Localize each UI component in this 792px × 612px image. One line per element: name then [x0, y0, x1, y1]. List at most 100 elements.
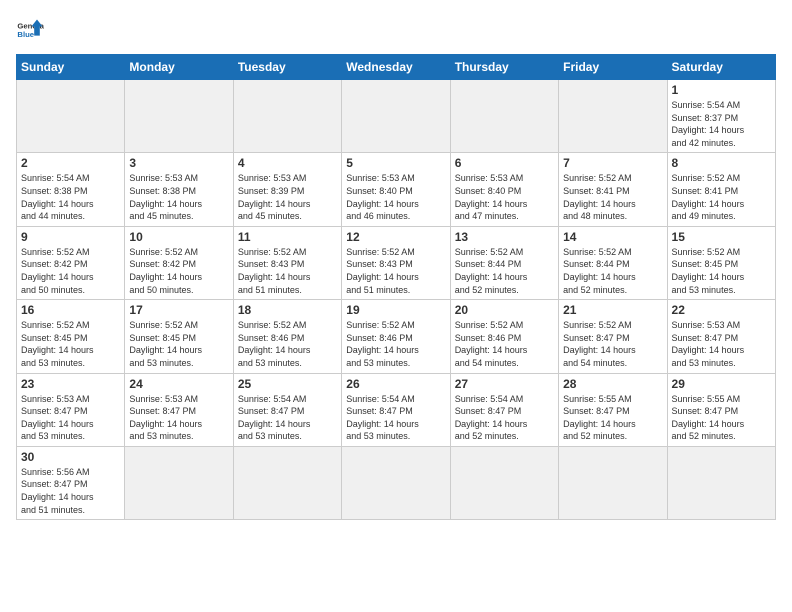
weekday-header-monday: Monday [125, 55, 233, 80]
day-info: Sunrise: 5:54 AM Sunset: 8:47 PM Dayligh… [346, 393, 445, 443]
calendar-day-17: 17 Sunrise: 5:52 AM Sunset: 8:45 PM Dayli… [125, 300, 233, 373]
day-info: Sunrise: 5:55 AM Sunset: 8:47 PM Dayligh… [563, 393, 662, 443]
day-info: Sunrise: 5:52 AM Sunset: 8:47 PM Dayligh… [563, 319, 662, 369]
day-info: Sunrise: 5:54 AM Sunset: 8:47 PM Dayligh… [455, 393, 554, 443]
day-info: Sunrise: 5:52 AM Sunset: 8:41 PM Dayligh… [563, 172, 662, 222]
day-info: Sunrise: 5:52 AM Sunset: 8:43 PM Dayligh… [238, 246, 337, 296]
calendar-day-empty-3 [342, 80, 450, 153]
day-info: Sunrise: 5:52 AM Sunset: 8:46 PM Dayligh… [238, 319, 337, 369]
calendar-day-1: 1Sunrise: 5:54 AM Sunset: 8:37 PM Daylig… [667, 80, 775, 153]
calendar-day-15: 15 Sunrise: 5:52 AM Sunset: 8:45 PM Dayli… [667, 226, 775, 299]
calendar-day-20: 20 Sunrise: 5:52 AM Sunset: 8:46 PM Dayli… [450, 300, 558, 373]
day-number: 7 [563, 156, 662, 170]
calendar-day-16: 16 Sunrise: 5:52 AM Sunset: 8:45 PM Dayli… [17, 300, 125, 373]
day-number: 19 [346, 303, 445, 317]
day-number: 26 [346, 377, 445, 391]
calendar-day-10: 10Sunrise: 5:52 AM Sunset: 8:42 PM Dayli… [125, 226, 233, 299]
day-info: Sunrise: 5:52 AM Sunset: 8:45 PM Dayligh… [129, 319, 228, 369]
day-number: 21 [563, 303, 662, 317]
calendar-day-8: 8 Sunrise: 5:52 AM Sunset: 8:41 PM Daylig… [667, 153, 775, 226]
day-number: 20 [455, 303, 554, 317]
day-number: 23 [21, 377, 120, 391]
calendar-day-22: 22 Sunrise: 5:53 AM Sunset: 8:47 PM Dayli… [667, 300, 775, 373]
day-number: 5 [346, 156, 445, 170]
calendar-day-18: 18 Sunrise: 5:52 AM Sunset: 8:46 PM Dayli… [233, 300, 341, 373]
day-number: 16 [21, 303, 120, 317]
day-info: Sunrise: 5:54 AM Sunset: 8:38 PM Dayligh… [21, 172, 120, 222]
day-number: 25 [238, 377, 337, 391]
day-info: Sunrise: 5:52 AM Sunset: 8:43 PM Dayligh… [346, 246, 445, 296]
calendar-week-row-3: 16 Sunrise: 5:52 AM Sunset: 8:45 PM Dayli… [17, 300, 776, 373]
calendar-week-row-5: 30 Sunrise: 5:56 AM Sunset: 8:47 PM Dayli… [17, 446, 776, 519]
day-info: Sunrise: 5:53 AM Sunset: 8:47 PM Dayligh… [21, 393, 120, 443]
calendar-day-2: 2 Sunrise: 5:54 AM Sunset: 8:38 PM Daylig… [17, 153, 125, 226]
day-info: Sunrise: 5:54 AM Sunset: 8:47 PM Dayligh… [238, 393, 337, 443]
day-number: 17 [129, 303, 228, 317]
day-info: Sunrise: 5:56 AM Sunset: 8:47 PM Dayligh… [21, 466, 120, 516]
calendar-day-23: 23 Sunrise: 5:53 AM Sunset: 8:47 PM Dayli… [17, 373, 125, 446]
calendar-week-row-2: 9 Sunrise: 5:52 AM Sunset: 8:42 PM Daylig… [17, 226, 776, 299]
day-number: 9 [21, 230, 120, 244]
calendar-day-24: 24 Sunrise: 5:53 AM Sunset: 8:47 PM Dayli… [125, 373, 233, 446]
calendar-day-14: 14 Sunrise: 5:52 AM Sunset: 8:44 PM Dayli… [559, 226, 667, 299]
calendar-day-empty-4 [450, 80, 558, 153]
day-info: Sunrise: 5:53 AM Sunset: 8:47 PM Dayligh… [672, 319, 771, 369]
calendar-day-19: 19 Sunrise: 5:52 AM Sunset: 8:46 PM Dayli… [342, 300, 450, 373]
logo: General Blue [16, 16, 44, 44]
day-number: 22 [672, 303, 771, 317]
day-number: 30 [21, 450, 120, 464]
weekday-header-friday: Friday [559, 55, 667, 80]
calendar-day-empty-37 [233, 446, 341, 519]
day-number: 24 [129, 377, 228, 391]
calendar-day-29: 29 Sunrise: 5:55 AM Sunset: 8:47 PM Dayli… [667, 373, 775, 446]
day-number: 8 [672, 156, 771, 170]
day-info: Sunrise: 5:52 AM Sunset: 8:46 PM Dayligh… [455, 319, 554, 369]
day-number: 18 [238, 303, 337, 317]
day-info: Sunrise: 5:52 AM Sunset: 8:42 PM Dayligh… [21, 246, 120, 296]
calendar-day-11: 11 Sunrise: 5:52 AM Sunset: 8:43 PM Dayli… [233, 226, 341, 299]
day-number: 15 [672, 230, 771, 244]
calendar-day-empty-0 [17, 80, 125, 153]
day-info: Sunrise: 5:52 AM Sunset: 8:44 PM Dayligh… [563, 246, 662, 296]
calendar-day-28: 28 Sunrise: 5:55 AM Sunset: 8:47 PM Dayli… [559, 373, 667, 446]
calendar-day-empty-39 [450, 446, 558, 519]
day-info: Sunrise: 5:53 AM Sunset: 8:40 PM Dayligh… [455, 172, 554, 222]
weekday-header-sunday: Sunday [17, 55, 125, 80]
day-number: 6 [455, 156, 554, 170]
calendar-day-6: 6 Sunrise: 5:53 AM Sunset: 8:40 PM Daylig… [450, 153, 558, 226]
day-number: 2 [21, 156, 120, 170]
day-info: Sunrise: 5:52 AM Sunset: 8:45 PM Dayligh… [672, 246, 771, 296]
day-number: 29 [672, 377, 771, 391]
day-info: Sunrise: 5:53 AM Sunset: 8:40 PM Dayligh… [346, 172, 445, 222]
header: General Blue [16, 16, 776, 44]
day-number: 27 [455, 377, 554, 391]
day-number: 10 [129, 230, 228, 244]
calendar-week-row-4: 23 Sunrise: 5:53 AM Sunset: 8:47 PM Dayli… [17, 373, 776, 446]
day-number: 11 [238, 230, 337, 244]
day-info: Sunrise: 5:53 AM Sunset: 8:47 PM Dayligh… [129, 393, 228, 443]
day-number: 14 [563, 230, 662, 244]
calendar-day-25: 25 Sunrise: 5:54 AM Sunset: 8:47 PM Dayli… [233, 373, 341, 446]
weekday-header-wednesday: Wednesday [342, 55, 450, 80]
day-info: Sunrise: 5:52 AM Sunset: 8:45 PM Dayligh… [21, 319, 120, 369]
day-number: 13 [455, 230, 554, 244]
day-info: Sunrise: 5:54 AM Sunset: 8:37 PM Dayligh… [672, 99, 771, 149]
calendar-day-30: 30 Sunrise: 5:56 AM Sunset: 8:47 PM Dayli… [17, 446, 125, 519]
day-number: 28 [563, 377, 662, 391]
day-info: Sunrise: 5:55 AM Sunset: 8:47 PM Dayligh… [672, 393, 771, 443]
day-info: Sunrise: 5:53 AM Sunset: 8:39 PM Dayligh… [238, 172, 337, 222]
weekday-header-row: SundayMondayTuesdayWednesdayThursdayFrid… [17, 55, 776, 80]
calendar: SundayMondayTuesdayWednesdayThursdayFrid… [16, 54, 776, 520]
calendar-day-21: 21 Sunrise: 5:52 AM Sunset: 8:47 PM Dayli… [559, 300, 667, 373]
day-info: Sunrise: 5:52 AM Sunset: 8:46 PM Dayligh… [346, 319, 445, 369]
day-info: Sunrise: 5:52 AM Sunset: 8:41 PM Dayligh… [672, 172, 771, 222]
calendar-week-row-0: 1Sunrise: 5:54 AM Sunset: 8:37 PM Daylig… [17, 80, 776, 153]
weekday-header-thursday: Thursday [450, 55, 558, 80]
calendar-day-13: 13Sunrise: 5:52 AM Sunset: 8:44 PM Dayli… [450, 226, 558, 299]
calendar-day-empty-40 [559, 446, 667, 519]
calendar-day-7: 7 Sunrise: 5:52 AM Sunset: 8:41 PM Daylig… [559, 153, 667, 226]
calendar-day-empty-38 [342, 446, 450, 519]
calendar-day-9: 9 Sunrise: 5:52 AM Sunset: 8:42 PM Daylig… [17, 226, 125, 299]
day-number: 4 [238, 156, 337, 170]
calendar-day-empty-2 [233, 80, 341, 153]
